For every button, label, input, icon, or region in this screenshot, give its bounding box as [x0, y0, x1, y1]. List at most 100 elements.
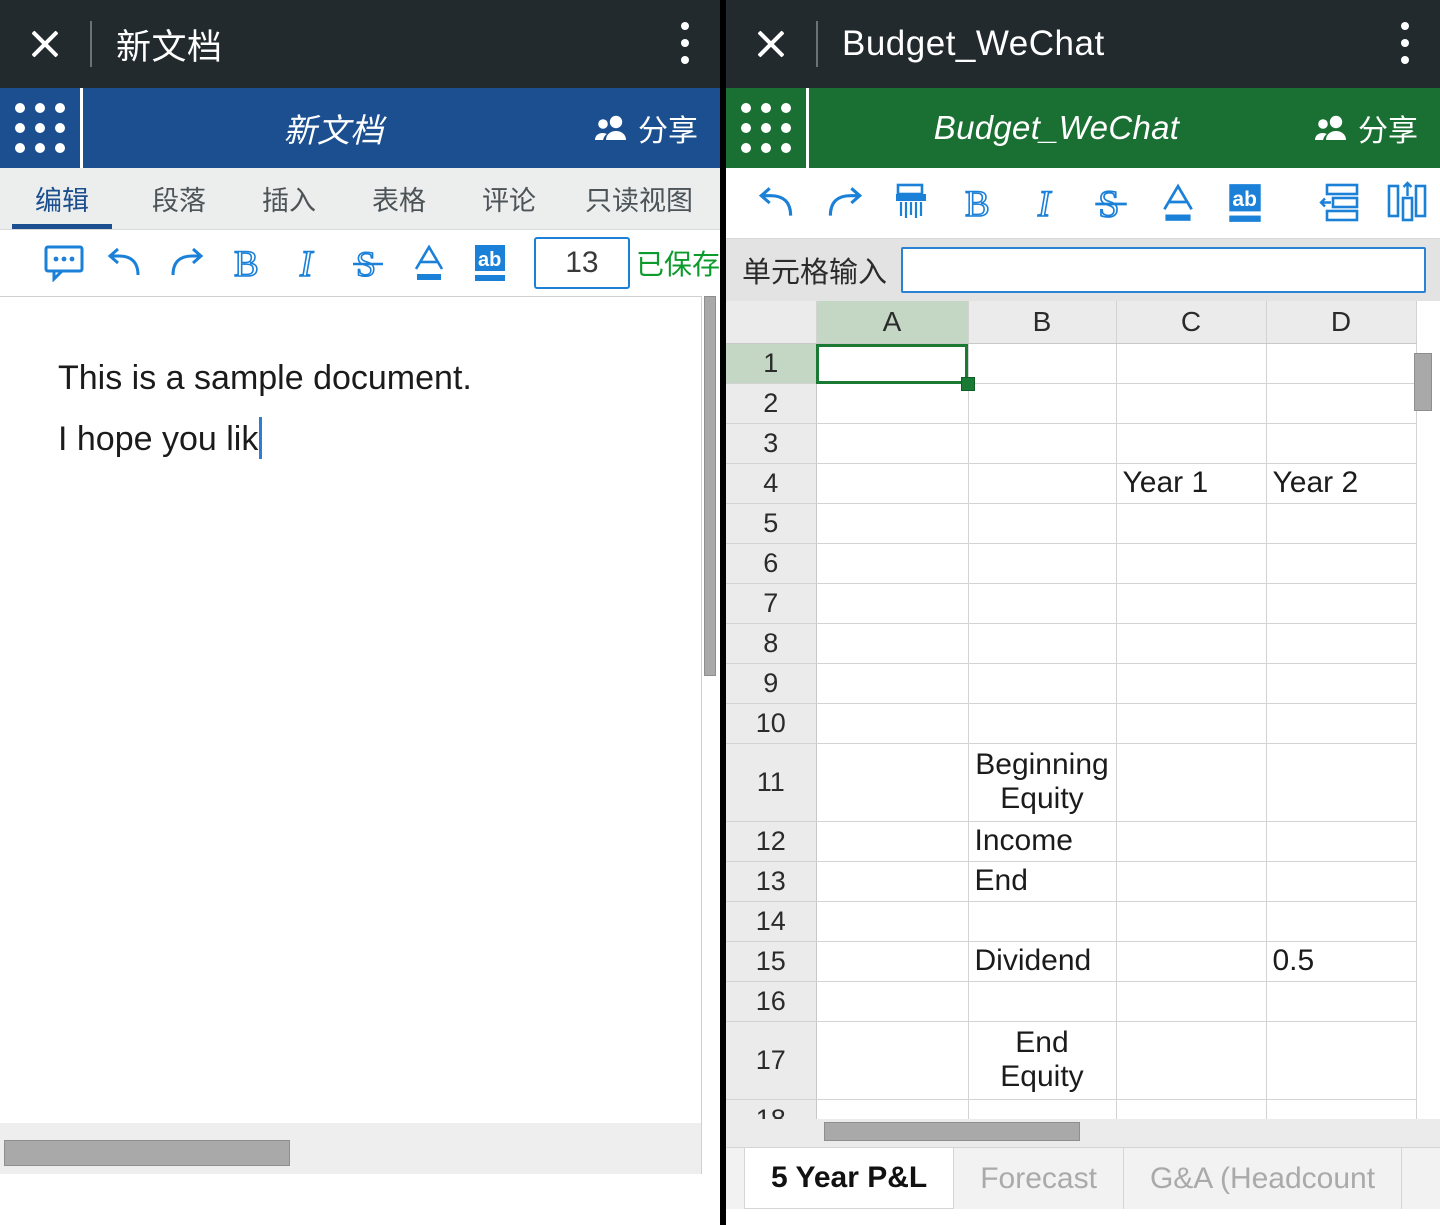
cell-C5[interactable]: [1116, 503, 1266, 543]
sheet-hscroll-thumb[interactable]: [824, 1122, 1080, 1141]
cell-C1[interactable]: [1116, 343, 1266, 383]
cell-C17[interactable]: [1116, 1021, 1266, 1099]
cell-D18[interactable]: [1266, 1099, 1416, 1119]
cell-C10[interactable]: [1116, 703, 1266, 743]
font-color-icon[interactable]: [1145, 173, 1212, 233]
redo-icon[interactable]: [155, 235, 216, 291]
cell-B12[interactable]: Income: [968, 821, 1116, 861]
kebab-menu-icon[interactable]: [1400, 22, 1410, 66]
cell-A9[interactable]: [816, 663, 968, 703]
cell-D10[interactable]: [1266, 703, 1416, 743]
cell-A17[interactable]: [816, 1021, 968, 1099]
row-header-9[interactable]: 9: [726, 663, 816, 703]
cell-C2[interactable]: [1116, 383, 1266, 423]
cell-D7[interactable]: [1266, 583, 1416, 623]
cell-C15[interactable]: [1116, 941, 1266, 981]
cell-B10[interactable]: [968, 703, 1116, 743]
column-header-c[interactable]: C: [1116, 301, 1266, 343]
cell-B13[interactable]: End: [968, 861, 1116, 901]
italic-icon[interactable]: I: [277, 235, 338, 291]
comment-icon[interactable]: [34, 235, 95, 291]
cell-D9[interactable]: [1266, 663, 1416, 703]
row-header-11[interactable]: 11: [726, 743, 816, 821]
row-header-14[interactable]: 14: [726, 901, 816, 941]
cell-A10[interactable]: [816, 703, 968, 743]
cell-B16[interactable]: [968, 981, 1116, 1021]
cell-B5[interactable]: [968, 503, 1116, 543]
cell-A5[interactable]: [816, 503, 968, 543]
row-header-5[interactable]: 5: [726, 503, 816, 543]
sheet-tab-5-year-pl[interactable]: 5 Year P&L: [744, 1148, 954, 1209]
cell-D16[interactable]: [1266, 981, 1416, 1021]
column-header-a[interactable]: A: [816, 301, 968, 343]
cell-C16[interactable]: [1116, 981, 1266, 1021]
document-page[interactable]: This is a sample document. I hope you li…: [0, 296, 702, 1174]
tab-table[interactable]: 表格: [344, 168, 454, 229]
format-painter-icon[interactable]: [878, 173, 945, 233]
row-header-2[interactable]: 2: [726, 383, 816, 423]
share-button[interactable]: 分享: [594, 106, 720, 150]
undo-icon[interactable]: [744, 173, 811, 233]
cell-B14[interactable]: [968, 901, 1116, 941]
undo-icon[interactable]: [95, 235, 156, 291]
cell-C13[interactable]: [1116, 861, 1266, 901]
cell-C3[interactable]: [1116, 423, 1266, 463]
cell-D2[interactable]: [1266, 383, 1416, 423]
cell-B18[interactable]: [968, 1099, 1116, 1119]
cell-A12[interactable]: [816, 821, 968, 861]
cell-D17[interactable]: [1266, 1021, 1416, 1099]
sheet-vscroll-thumb[interactable]: [1414, 353, 1432, 411]
cell-A7[interactable]: [816, 583, 968, 623]
cell-A3[interactable]: [816, 423, 968, 463]
cell-D14[interactable]: [1266, 901, 1416, 941]
cell-B17[interactable]: End Equity: [968, 1021, 1116, 1099]
tab-comment[interactable]: 评论: [454, 168, 564, 229]
tab-insert[interactable]: 插入: [234, 168, 344, 229]
cell-D6[interactable]: [1266, 543, 1416, 583]
bold-icon[interactable]: B: [216, 235, 277, 291]
cell-C4[interactable]: Year 1: [1116, 463, 1266, 503]
cell-input[interactable]: [901, 247, 1426, 293]
cell-A13[interactable]: [816, 861, 968, 901]
row-header-8[interactable]: 8: [726, 623, 816, 663]
row-header-17[interactable]: 17: [726, 1021, 816, 1099]
cell-D3[interactable]: [1266, 423, 1416, 463]
italic-icon[interactable]: I: [1011, 173, 1078, 233]
highlight-icon[interactable]: ab: [459, 235, 520, 291]
cell-C6[interactable]: [1116, 543, 1266, 583]
row-header-12[interactable]: 12: [726, 821, 816, 861]
share-button[interactable]: 分享: [1314, 106, 1440, 150]
cell-A16[interactable]: [816, 981, 968, 1021]
strikethrough-icon[interactable]: S: [338, 235, 399, 291]
cell-D5[interactable]: [1266, 503, 1416, 543]
row-header-18[interactable]: 18: [726, 1099, 816, 1119]
cell-A2[interactable]: [816, 383, 968, 423]
row-header-7[interactable]: 7: [726, 583, 816, 623]
align-icon[interactable]: [1306, 173, 1373, 233]
row-header-3[interactable]: 3: [726, 423, 816, 463]
cell-B3[interactable]: [968, 423, 1116, 463]
cell-B2[interactable]: [968, 383, 1116, 423]
sheet-tab-forecast[interactable]: Forecast: [954, 1148, 1124, 1209]
cell-C11[interactable]: [1116, 743, 1266, 821]
cell-A14[interactable]: [816, 901, 968, 941]
cell-B15[interactable]: Dividend: [968, 941, 1116, 981]
row-header-4[interactable]: 4: [726, 463, 816, 503]
row-header-13[interactable]: 13: [726, 861, 816, 901]
cell-D4[interactable]: Year 2: [1266, 463, 1416, 503]
cell-A18[interactable]: [816, 1099, 968, 1119]
cell-A15[interactable]: [816, 941, 968, 981]
bold-icon[interactable]: B: [944, 173, 1011, 233]
redo-icon[interactable]: [811, 173, 878, 233]
cell-A4[interactable]: [816, 463, 968, 503]
row-header-16[interactable]: 16: [726, 981, 816, 1021]
cell-C9[interactable]: [1116, 663, 1266, 703]
cell-D11[interactable]: [1266, 743, 1416, 821]
document-hscroll-track[interactable]: [0, 1123, 702, 1174]
tab-readonly-view[interactable]: 只读视图: [564, 168, 714, 229]
cell-A1[interactable]: [816, 343, 968, 383]
cell-A6[interactable]: [816, 543, 968, 583]
column-header-b[interactable]: B: [968, 301, 1116, 343]
row-height-icon[interactable]: [1373, 173, 1440, 233]
row-header-6[interactable]: 6: [726, 543, 816, 583]
